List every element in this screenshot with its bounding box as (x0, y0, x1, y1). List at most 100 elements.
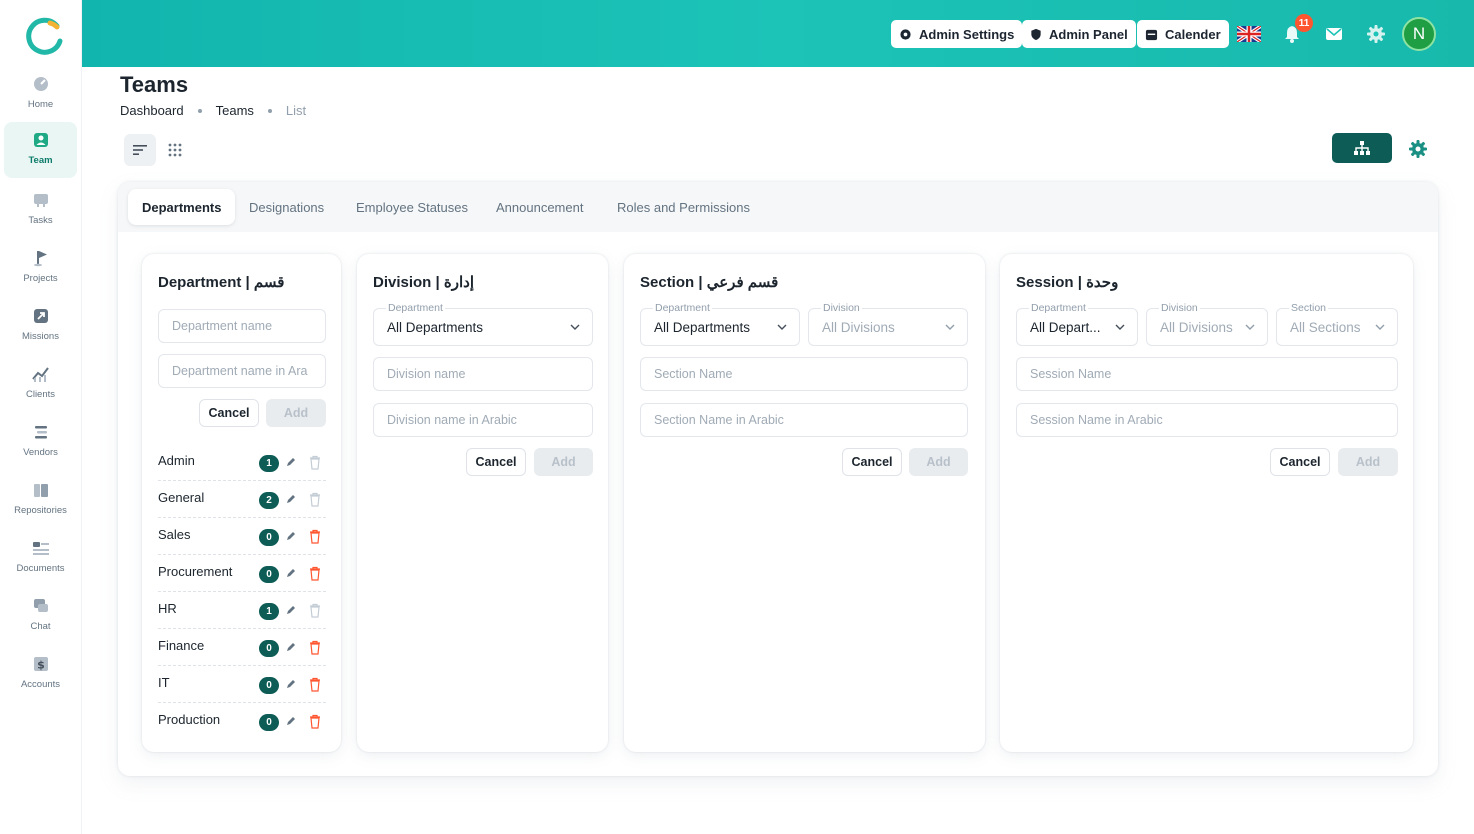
panel-title: Session | وحدة (1016, 274, 1119, 291)
edit-icon[interactable] (284, 677, 298, 691)
uk-flag-icon[interactable] (1237, 22, 1261, 46)
delete-icon[interactable] (308, 677, 322, 692)
breadcrumb-dashboard[interactable]: Dashboard (120, 103, 184, 118)
edit-icon[interactable] (284, 640, 298, 654)
mail-icon[interactable] (1322, 22, 1346, 46)
sidebar-item-label: Missions (22, 331, 59, 342)
sidebar-item-documents[interactable]: Documents (4, 530, 77, 584)
delete-icon[interactable] (308, 455, 322, 470)
delete-icon[interactable] (308, 566, 322, 581)
add-button[interactable]: Add (266, 399, 326, 427)
sidebar-item-vendors[interactable]: Vendors (4, 414, 77, 468)
sidebar-item-label: Chat (30, 621, 51, 632)
select-value: All Divisions (1160, 320, 1233, 335)
app-logo[interactable] (24, 17, 64, 57)
grid-view-button[interactable] (159, 134, 191, 166)
cancel-button[interactable]: Cancel (842, 448, 902, 476)
session-name-input[interactable]: Session Name (1016, 357, 1398, 391)
division-select[interactable]: Division All Divisions (808, 302, 968, 346)
repositories-icon (31, 480, 51, 500)
tab-roles-and-permissions[interactable]: Roles and Permissions (603, 189, 764, 225)
list-icon (133, 145, 147, 155)
department-name: Admin (158, 453, 195, 468)
breadcrumb-separator (267, 108, 272, 113)
add-button[interactable]: Add (909, 448, 968, 476)
cancel-button[interactable]: Cancel (466, 448, 526, 476)
sidebar-item-chat[interactable]: Chat (4, 588, 77, 642)
notification-badge: 11 (1295, 14, 1313, 32)
breadcrumb-separator (197, 108, 202, 113)
sidebar-item-label: Vendors (23, 447, 58, 458)
edit-icon[interactable] (284, 566, 298, 580)
breadcrumb-teams[interactable]: Teams (216, 103, 254, 118)
edit-icon[interactable] (284, 529, 298, 543)
department-name-input[interactable]: Department name (158, 309, 326, 343)
edit-icon[interactable] (284, 714, 298, 728)
delete-icon[interactable] (308, 603, 322, 618)
department-select[interactable]: Department All Departments (640, 302, 800, 346)
home-icon (31, 74, 51, 94)
section-name-arabic-input[interactable]: Section Name in Arabic (640, 403, 968, 437)
delete-icon[interactable] (308, 640, 322, 655)
sidebar-item-accounts[interactable]: $ Accounts (4, 646, 77, 700)
section-panel: Section | قسم فرعي Department All Depart… (624, 254, 985, 752)
department-name: HR (158, 601, 177, 616)
calender-button[interactable]: Calender (1137, 20, 1229, 48)
department-row[interactable]: Procurement 0 (158, 555, 326, 592)
department-row[interactable]: Sales 0 (158, 518, 326, 555)
cancel-button[interactable]: Cancel (1270, 448, 1330, 476)
page-settings-button[interactable] (1405, 136, 1431, 162)
department-row[interactable]: HR 1 (158, 592, 326, 629)
settings-icon[interactable] (1364, 22, 1388, 46)
division-name-arabic-input[interactable]: Division name in Arabic (373, 403, 593, 437)
department-row[interactable]: Production 0 (158, 703, 326, 740)
department-row[interactable]: Finance 0 (158, 629, 326, 666)
edit-icon[interactable] (284, 603, 298, 617)
department-row[interactable]: General 2 (158, 481, 326, 518)
department-row[interactable]: IT 0 (158, 666, 326, 703)
chevron-down-icon (1115, 324, 1125, 330)
hierarchy-icon (1354, 141, 1370, 155)
department-count-badge: 1 (259, 455, 279, 472)
division-select[interactable]: Division All Divisions (1146, 302, 1268, 346)
select-label: Department (386, 302, 445, 314)
add-button[interactable]: Add (534, 448, 593, 476)
user-avatar[interactable]: N (1402, 17, 1436, 51)
department-count-badge: 0 (259, 714, 279, 731)
tab-departments[interactable]: Departments (128, 189, 236, 225)
admin-settings-button[interactable]: Admin Settings (891, 20, 1023, 48)
division-name-input[interactable]: Division name (373, 357, 593, 391)
session-name-arabic-input[interactable]: Session Name in Arabic (1016, 403, 1398, 437)
panel-title: Department | قسم (158, 274, 285, 291)
admin-panel-button[interactable]: Admin Panel (1022, 20, 1136, 48)
delete-icon[interactable] (308, 529, 322, 544)
sidebar-item-team[interactable]: Team (4, 122, 77, 178)
department-count-badge: 0 (259, 566, 279, 583)
sidebar-item-repositories[interactable]: Repositories (4, 472, 77, 526)
edit-icon[interactable] (284, 455, 298, 469)
chevron-down-icon (1375, 324, 1385, 330)
tab-designations[interactable]: Designations (235, 189, 338, 225)
sidebar-item-clients[interactable]: Clients (4, 356, 77, 410)
cancel-button[interactable]: Cancel (199, 399, 259, 427)
section-name-input[interactable]: Section Name (640, 357, 968, 391)
tasks-icon (31, 190, 51, 210)
department-select[interactable]: Department All Depart... (1016, 302, 1138, 346)
chat-icon (31, 596, 51, 616)
sidebar-item-missions[interactable]: Missions (4, 298, 77, 352)
department-name-arabic-input[interactable]: Department name in Ara (158, 354, 326, 388)
department-row[interactable]: Admin 1 (158, 444, 326, 481)
delete-icon[interactable] (308, 714, 322, 729)
edit-icon[interactable] (284, 492, 298, 506)
list-view-button[interactable] (124, 134, 156, 166)
delete-icon[interactable] (308, 492, 322, 507)
section-select[interactable]: Section All Sections (1276, 302, 1398, 346)
sidebar-item-projects[interactable]: Projects (4, 240, 77, 294)
tab-employee-statuses[interactable]: Employee Statuses (342, 189, 482, 225)
sidebar-item-tasks[interactable]: Tasks (4, 182, 77, 236)
tab-announcement[interactable]: Announcement (482, 189, 597, 225)
department-select[interactable]: Department All Departments (373, 302, 593, 346)
add-button[interactable]: Add (1338, 448, 1398, 476)
org-chart-button[interactable] (1332, 133, 1392, 163)
sidebar-item-home[interactable]: Home (4, 66, 77, 120)
